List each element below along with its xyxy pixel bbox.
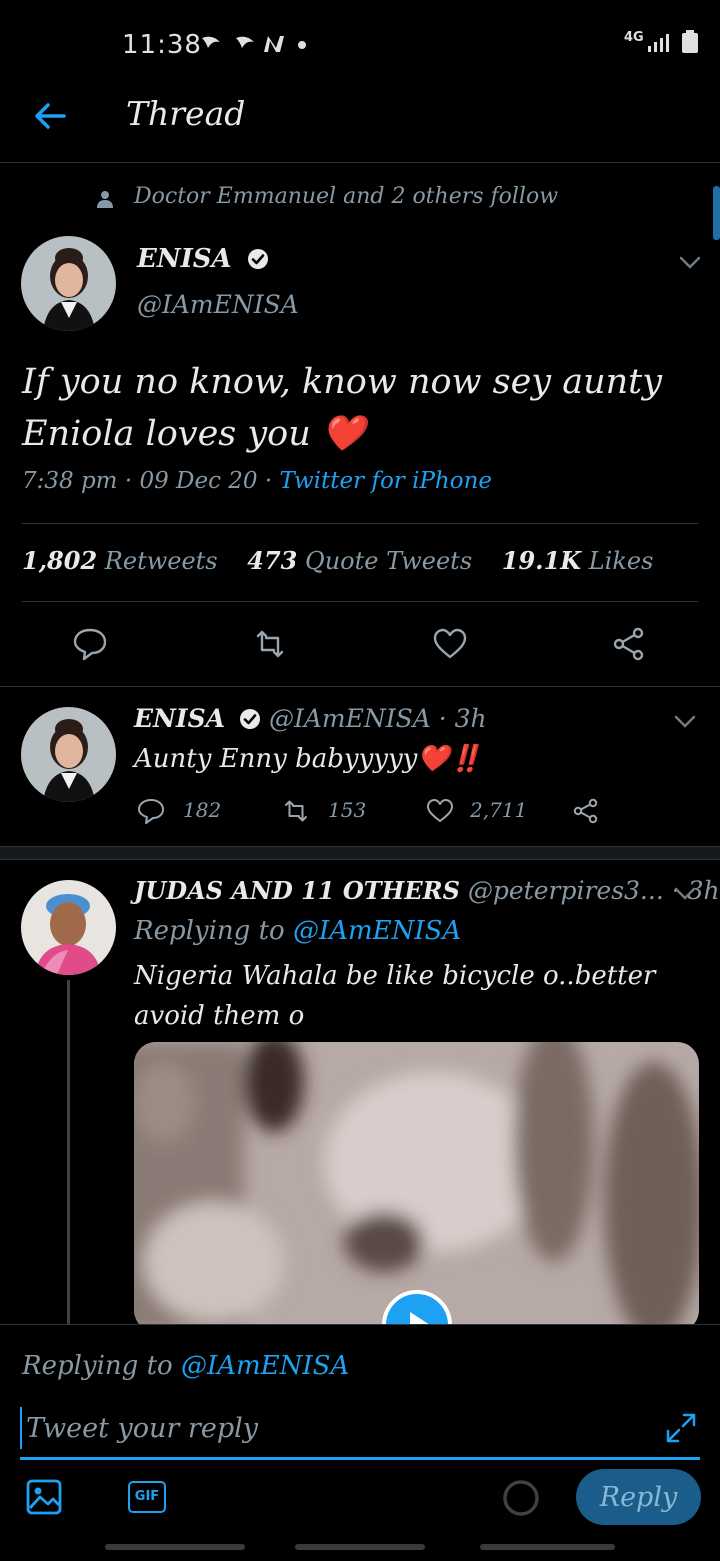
likes-count: 19.1K [501, 546, 582, 575]
battery-icon [682, 30, 698, 53]
avatar[interactable] [21, 707, 116, 802]
tweet-stats: 1,802 Retweets 473 Quote Tweets 19.1K Li… [22, 546, 653, 575]
replying-to-label: Replying to [134, 916, 285, 946]
nav-bar-segment[interactable] [105, 1544, 245, 1550]
author-name: ENISA [137, 244, 232, 274]
status-time: 11:38 [122, 30, 202, 60]
replying-to-handle[interactable]: @IAmENISA [293, 916, 461, 946]
likes-stat[interactable]: 19.1K Likes [501, 546, 654, 575]
section-separator [0, 846, 720, 860]
share-icon[interactable] [572, 797, 600, 825]
thread-connector-line [67, 980, 70, 1325]
social-context-text: Doctor Emmanuel and 2 others follow [134, 184, 559, 209]
expand-icon[interactable] [664, 1411, 698, 1445]
tweet-date: 09 Dec 20 [139, 468, 258, 494]
replying-to-label: Replying to [22, 1351, 173, 1381]
tweet-age: · 3h [438, 704, 487, 733]
meta-separator: · [264, 468, 273, 494]
signal-icon [648, 34, 669, 52]
tweet-time: 7:38 pm [22, 468, 118, 494]
avatar[interactable] [21, 880, 116, 975]
reply-input[interactable] [20, 1407, 648, 1449]
likes-label: Likes [588, 547, 654, 575]
retweet-count: 153 [328, 798, 367, 822]
tweet-source-link[interactable]: Twitter for iPhone [279, 468, 492, 494]
author-name[interactable]: ENISA [134, 704, 225, 733]
reply-composer: Replying to @IAmENISA GIF Reply [0, 1324, 720, 1561]
quotes-label: Quote Tweets [305, 547, 473, 575]
replying-to-handle[interactable]: @IAmENISA [181, 1351, 349, 1381]
author-handle[interactable]: @peterpires3... [468, 876, 664, 905]
composer-replying-to: Replying to @IAmENISA [22, 1351, 349, 1381]
gif-icon[interactable]: GIF [128, 1481, 166, 1513]
retweets-stat[interactable]: 1,802 Retweets [22, 546, 240, 575]
tweet-author-name[interactable]: ENISA [137, 244, 269, 274]
tweet-text: If you no know, know now sey aunty Eniol… [22, 362, 662, 454]
reply-icon[interactable] [72, 626, 108, 662]
quotes-stat[interactable]: 473 Quote Tweets [247, 546, 494, 575]
like-count: 2,711 [470, 798, 528, 822]
retweets-count: 1,802 [22, 546, 98, 575]
reply-count: 182 [183, 798, 222, 822]
share-icon[interactable] [611, 626, 647, 662]
author-handle[interactable]: @IAmENISA [269, 704, 431, 733]
avatar[interactable] [21, 236, 116, 331]
video-thumbnail[interactable] [134, 1042, 699, 1332]
reply-text: Nigeria Wahala be like bicycle o..better… [134, 961, 656, 1031]
reply-text: Aunty Enny babyyyyy❤️‼️ [134, 744, 483, 774]
author-name[interactable]: JUDAS AND 11 OTHERS [134, 876, 460, 905]
top-app-bar: Thread [0, 70, 720, 163]
input-underline [20, 1457, 700, 1460]
verified-badge-icon [247, 249, 268, 269]
image-icon[interactable] [26, 1479, 62, 1515]
reply-button[interactable]: Reply [576, 1469, 701, 1525]
like-heart-icon[interactable] [432, 626, 468, 662]
divider [0, 686, 720, 687]
tweet-meta: 7:38 pm · 09 Dec 20 · Twitter for iPhone [22, 468, 492, 494]
reply-header: ENISA @IAmENISA · 3h [134, 704, 487, 733]
retweet-icon[interactable] [282, 797, 310, 825]
quotes-count: 473 [247, 546, 298, 575]
author-handle[interactable]: @IAmENISA [137, 290, 299, 319]
retweet-icon[interactable] [252, 626, 288, 662]
reply-icon[interactable] [137, 797, 165, 825]
replying-to: Replying to @IAmENISA [134, 916, 461, 946]
notification-icons [198, 32, 308, 64]
arrow-left-icon[interactable] [30, 96, 70, 136]
chevron-down-icon[interactable] [674, 715, 696, 729]
page-title: Thread [126, 94, 246, 133]
nav-bar-segment[interactable] [480, 1544, 615, 1550]
chevron-down-icon[interactable] [679, 256, 701, 270]
person-icon [97, 191, 113, 208]
meta-separator: · [124, 468, 133, 494]
system-navigation-bar [105, 1544, 615, 1550]
chevron-down-icon[interactable] [674, 887, 696, 901]
character-count-ring-icon [503, 1480, 539, 1516]
divider [22, 601, 698, 602]
verified-badge-icon [240, 709, 261, 729]
network-label: 4G [624, 30, 644, 45]
gif-label: GIF [134, 1489, 160, 1504]
nav-bar-segment[interactable] [295, 1544, 425, 1550]
reply-header: JUDAS AND 11 OTHERS @peterpires3... · 3h [134, 876, 720, 905]
retweets-label: Retweets [104, 547, 218, 575]
divider [22, 523, 698, 524]
status-bar: 11:38 4G [0, 22, 720, 62]
like-heart-icon[interactable] [426, 797, 454, 825]
scroll-indicator[interactable] [713, 186, 720, 240]
